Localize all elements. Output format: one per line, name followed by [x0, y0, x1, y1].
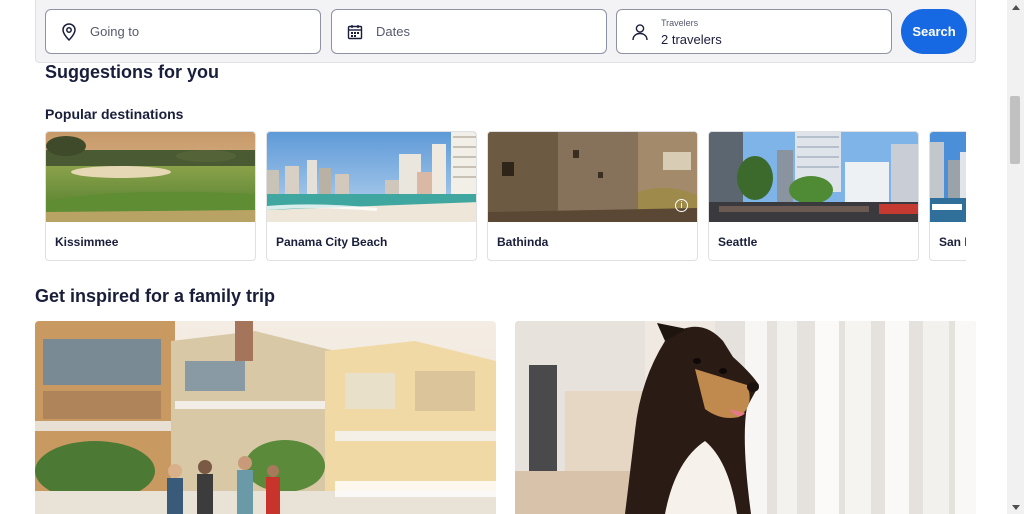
destination-image — [46, 132, 255, 222]
going-to-field[interactable]: Going to — [45, 9, 321, 54]
destination-image — [930, 132, 966, 222]
destination-card-bathinda[interactable]: i Bathinda — [487, 131, 698, 261]
going-to-placeholder: Going to — [90, 24, 140, 39]
search-form: Going to Dates Travelers 2 travelers Sea… — [35, 0, 976, 63]
destination-card-seattle[interactable]: Seattle — [708, 131, 919, 261]
family-trip-image-beach-houses[interactable] — [35, 321, 496, 514]
destination-image — [709, 132, 918, 222]
map-pin-icon — [59, 22, 79, 42]
search-button[interactable]: Search — [901, 9, 967, 54]
travelers-label: Travelers — [661, 17, 699, 28]
page-scrollbar[interactable] — [1007, 0, 1024, 514]
destination-name: Bathinda — [497, 235, 549, 249]
family-trip-title: Get inspired for a family trip — [35, 286, 276, 306]
destination-name: Panama City Beach — [276, 235, 388, 249]
suggestions-title: Suggestions for you — [45, 62, 220, 82]
person-icon — [630, 22, 650, 42]
scroll-up-arrow-icon[interactable] — [1007, 0, 1024, 14]
dates-placeholder: Dates — [376, 24, 410, 39]
calendar-icon — [345, 22, 365, 42]
travelers-value: 2 travelers — [661, 31, 722, 47]
popular-destinations-title: Popular destinations — [45, 106, 184, 122]
destination-image: i — [488, 132, 697, 222]
scrollbar-thumb[interactable] — [1010, 96, 1020, 164]
info-icon[interactable]: i — [675, 199, 688, 212]
destination-image — [267, 132, 476, 222]
destination-card-san-diego[interactable]: San D — [929, 131, 966, 261]
destination-name: Kissimmee — [55, 235, 119, 249]
dates-field[interactable]: Dates — [331, 9, 607, 54]
destinations-carousel: Kissimmee Panama City Beach i Bathinda S… — [45, 131, 966, 262]
destination-name: San D — [939, 235, 966, 249]
destination-name: Seattle — [718, 235, 758, 249]
destination-card-panama-city-beach[interactable]: Panama City Beach — [266, 131, 477, 261]
scroll-down-arrow-icon[interactable] — [1007, 500, 1024, 514]
destination-card-kissimmee[interactable]: Kissimmee — [45, 131, 256, 261]
travelers-field[interactable]: Travelers 2 travelers — [616, 9, 892, 54]
family-trip-image-dog[interactable] — [515, 321, 976, 514]
